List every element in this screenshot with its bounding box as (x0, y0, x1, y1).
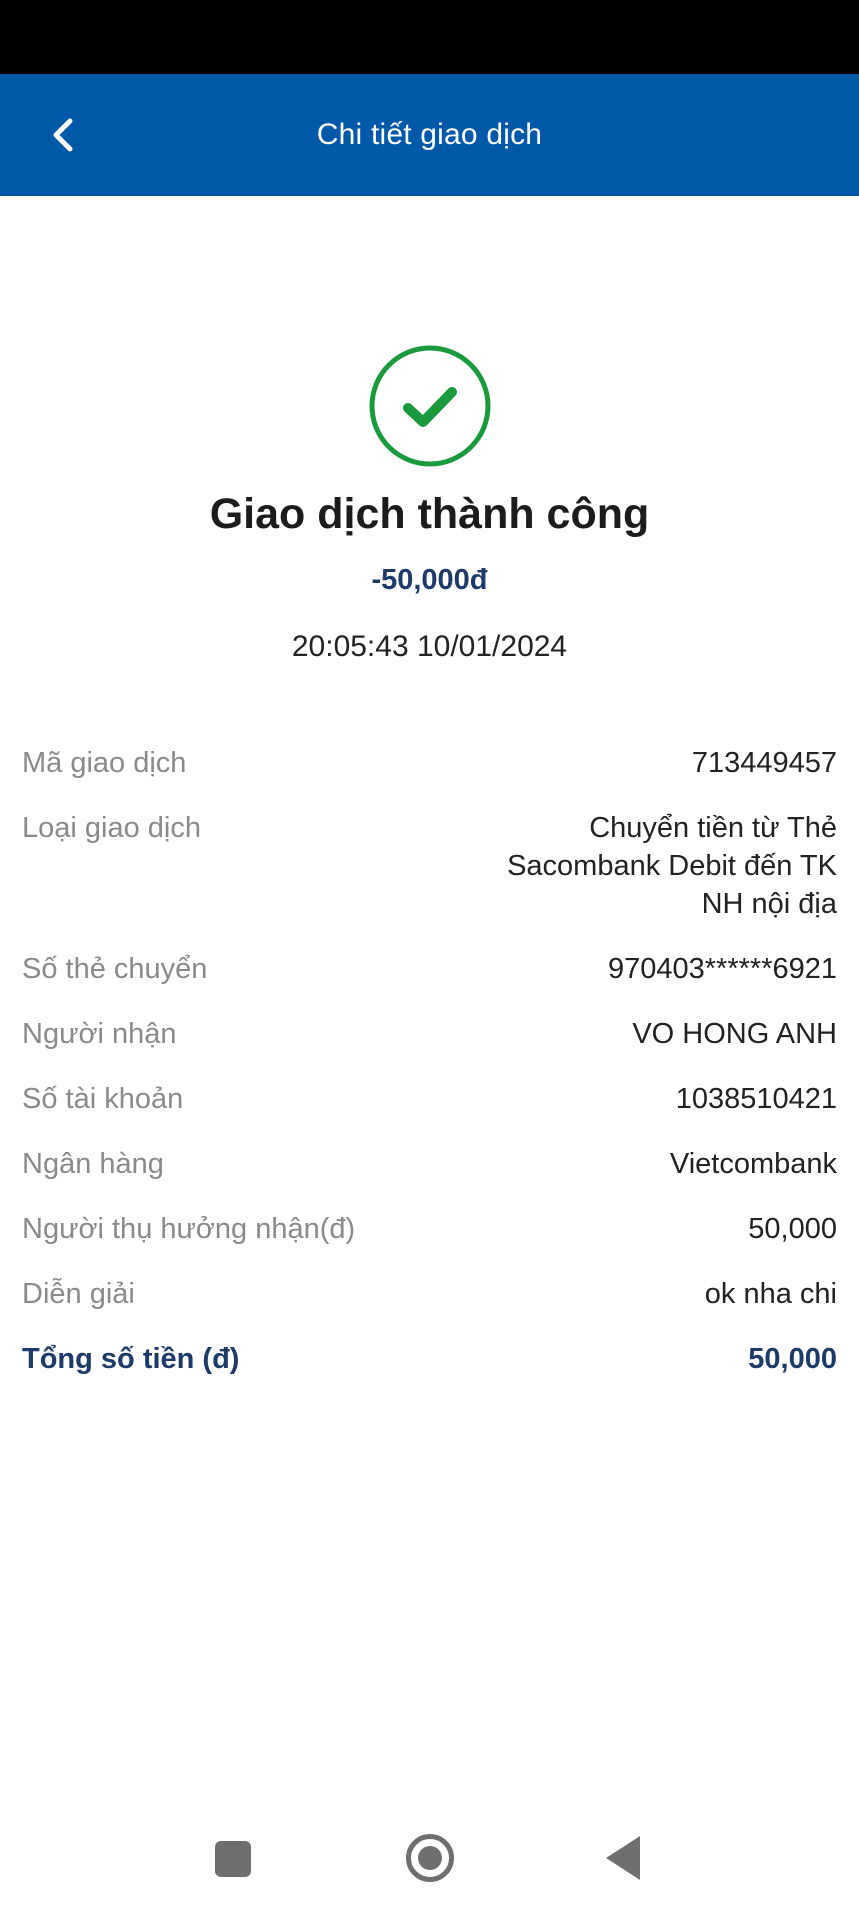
home-circle-icon[interactable] (406, 1834, 454, 1882)
detail-label: Người nhận (22, 1018, 177, 1050)
detail-row-beneficiary-amount: Người thụ hưởng nhận(đ) 50,000 (22, 1210, 837, 1248)
total-label: Tổng số tiền (đ) (22, 1343, 240, 1375)
detail-value: Vietcombank (669, 1148, 837, 1180)
detail-label: Số tài khoản (22, 1083, 184, 1115)
check-circle-icon (369, 345, 491, 467)
detail-value: 50,000 (748, 1213, 837, 1245)
detail-value: 713449457 (691, 747, 837, 779)
detail-row-recipient: Người nhận VO HONG ANH (22, 1015, 837, 1053)
detail-row-description: Diễn giải ok nha chi (22, 1275, 837, 1313)
back-triangle-icon[interactable] (606, 1836, 640, 1880)
total-value: 50,000 (748, 1343, 837, 1375)
transaction-details: Mã giao dịch 713449457 Loại giao dịch Ch… (22, 744, 837, 1405)
detail-row-bank: Ngân hàng Vietcombank (22, 1145, 837, 1183)
system-nav-bar (0, 1820, 859, 1908)
home-dot (418, 1846, 442, 1870)
detail-label: Mã giao dịch (22, 747, 187, 779)
detail-label: Người thụ hưởng nhận(đ) (22, 1213, 356, 1245)
back-button[interactable] (34, 105, 94, 165)
detail-row-transaction-id: Mã giao dịch 713449457 (22, 744, 837, 782)
page-title: Chi tiết giao dịch (316, 118, 543, 151)
status-bar (0, 0, 859, 74)
chevron-left-icon (53, 118, 73, 152)
detail-row-transaction-type: Loại giao dịch Chuyển tiền từ Thẻ Sacomb… (22, 809, 837, 923)
detail-row-total: Tổng số tiền (đ) 50,000 (22, 1340, 837, 1378)
detail-label: Số thẻ chuyển (22, 953, 208, 985)
detail-label: Ngân hàng (22, 1148, 164, 1180)
recents-square-icon[interactable] (215, 1841, 251, 1877)
detail-row-card-number: Số thẻ chuyển 970403******6921 (22, 950, 837, 988)
detail-value: 1038510421 (675, 1083, 837, 1115)
detail-value: Chuyển tiền từ Thẻ Sacombank Debit đến T… (507, 812, 837, 920)
transaction-datetime: 20:05:43 10/01/2024 (291, 630, 568, 663)
detail-value: 970403******6921 (608, 953, 837, 985)
transaction-amount: -50,000đ (371, 564, 488, 596)
detail-label: Diễn giải (22, 1278, 135, 1310)
transaction-status-title: Giao dịch thành công (209, 490, 650, 538)
app-header: Chi tiết giao dịch (0, 74, 859, 196)
detail-row-account-number: Số tài khoản 1038510421 (22, 1080, 837, 1118)
detail-label: Loại giao dịch (22, 812, 201, 844)
detail-value: ok nha chi (704, 1278, 837, 1310)
detail-value: VO HONG ANH (632, 1018, 837, 1050)
